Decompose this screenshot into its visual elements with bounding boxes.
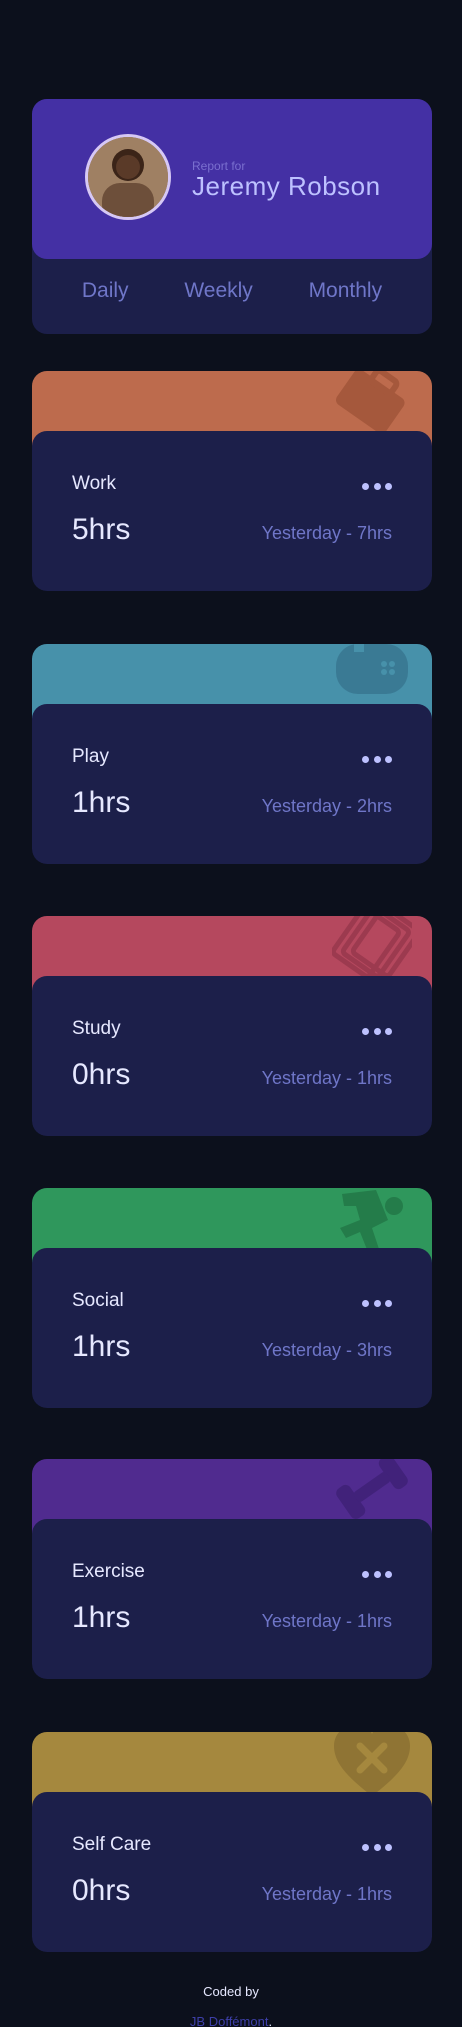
previous-hours: Yesterday - 1hrs xyxy=(261,1611,392,1631)
current-hours: 0hrs xyxy=(72,1058,131,1091)
card-title: Exercise xyxy=(72,1561,145,1582)
avatar-image xyxy=(88,137,168,217)
tab-daily[interactable]: Daily xyxy=(82,279,129,303)
current-hours: 1hrs xyxy=(72,1601,131,1634)
card-body: Social 1hrs Yesterday - 3hrs xyxy=(32,1248,432,1408)
card-title: Study xyxy=(72,1018,121,1039)
more-options-icon[interactable] xyxy=(362,1571,392,1579)
current-hours: 0hrs xyxy=(72,1874,131,1907)
card-body: Play 1hrs Yesterday - 2hrs xyxy=(32,704,432,864)
more-options-icon[interactable] xyxy=(362,1844,392,1852)
activity-card-social: Social 1hrs Yesterday - 3hrs xyxy=(32,1188,432,1408)
author-link[interactable]: JB Doffémont xyxy=(190,2014,269,2027)
profile-header: Report for Jeremy Robson xyxy=(32,99,432,259)
attribution-period: . xyxy=(268,2014,273,2027)
dumbbell-icon xyxy=(336,1459,408,1519)
activity-card-study: Study 0hrs Yesterday - 1hrs xyxy=(32,916,432,1136)
more-options-icon[interactable] xyxy=(362,1300,392,1308)
previous-hours: Yesterday - 2hrs xyxy=(261,796,392,816)
heart-icon xyxy=(334,1732,410,1796)
previous-hours: Yesterday - 1hrs xyxy=(261,1884,392,1904)
card-body: Self Care 0hrs Yesterday - 1hrs xyxy=(32,1792,432,1952)
profile-card: Report for Jeremy Robson Daily Weekly Mo… xyxy=(32,99,432,334)
more-options-icon[interactable] xyxy=(362,1028,392,1036)
briefcase-icon xyxy=(336,371,405,434)
runner-icon xyxy=(340,1190,403,1252)
attribution: Coded by JB Doffémont. xyxy=(0,1977,462,2027)
card-body: Work 5hrs Yesterday - 7hrs xyxy=(32,431,432,591)
activity-card-play: Play 1hrs Yesterday - 2hrs xyxy=(32,644,432,864)
books-icon xyxy=(332,916,412,979)
author-line: JB Doffémont. xyxy=(0,2007,462,2027)
card-body: Exercise 1hrs Yesterday - 1hrs xyxy=(32,1519,432,1679)
previous-hours: Yesterday - 7hrs xyxy=(261,523,392,543)
card-title: Self Care xyxy=(72,1834,152,1855)
activity-card-work: Work 5hrs Yesterday - 7hrs xyxy=(32,371,432,591)
previous-hours: Yesterday - 1hrs xyxy=(261,1068,392,1088)
current-hours: 5hrs xyxy=(72,513,131,546)
activity-card-exercise: Exercise 1hrs Yesterday - 1hrs xyxy=(32,1459,432,1679)
gamepad-icon xyxy=(336,644,408,694)
previous-hours: Yesterday - 3hrs xyxy=(261,1340,392,1360)
card-title: Social xyxy=(72,1290,124,1311)
avatar xyxy=(85,134,171,220)
more-options-icon[interactable] xyxy=(362,756,392,764)
more-options-icon[interactable] xyxy=(362,483,392,491)
user-name: Jeremy Robson xyxy=(192,171,381,201)
tab-monthly[interactable]: Monthly xyxy=(309,279,383,303)
current-hours: 1hrs xyxy=(72,1330,131,1363)
card-body: Study 0hrs Yesterday - 1hrs xyxy=(32,976,432,1136)
current-hours: 1hrs xyxy=(72,786,131,819)
card-title: Play xyxy=(72,746,109,767)
activity-card-self-care: Self Care 0hrs Yesterday - 1hrs xyxy=(32,1732,432,1952)
card-title: Work xyxy=(72,473,116,494)
timeframe-tabs: Daily Weekly Monthly xyxy=(32,279,432,303)
coded-by-label: Coded by xyxy=(203,1984,259,1999)
tab-weekly[interactable]: Weekly xyxy=(184,279,252,303)
